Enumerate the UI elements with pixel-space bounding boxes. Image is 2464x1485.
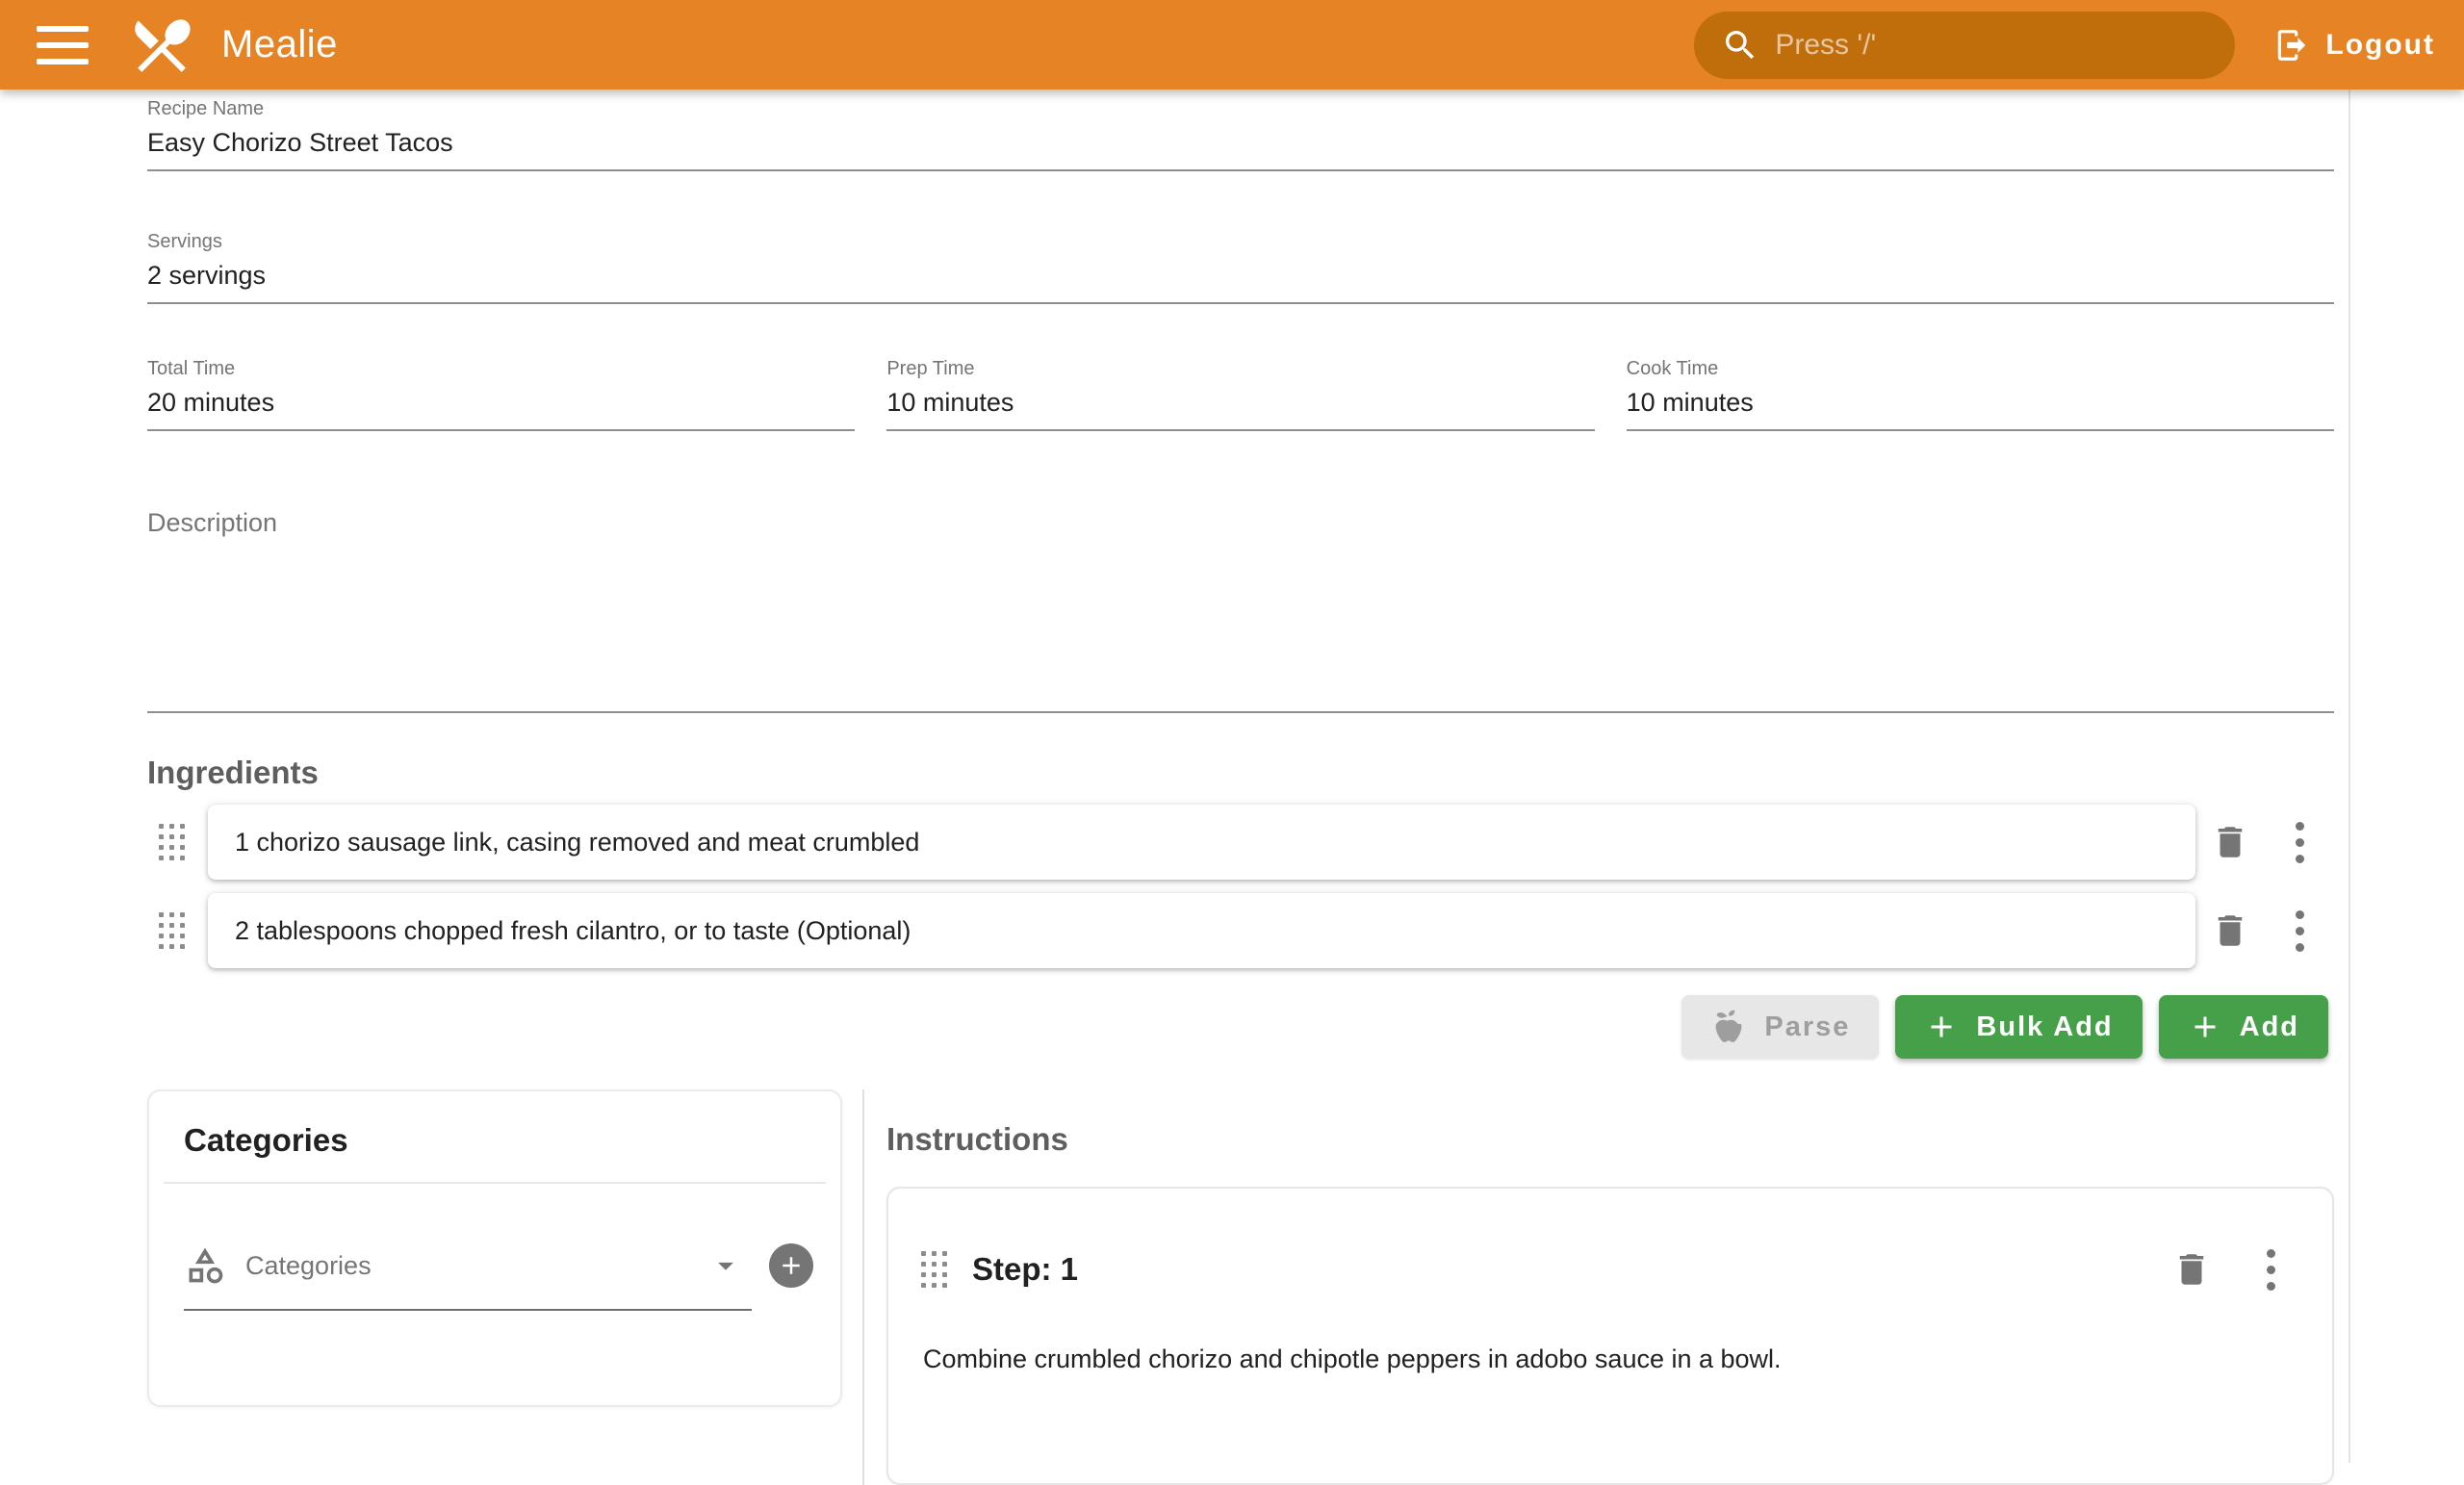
step-text[interactable]: Combine crumbled chorizo and chipotle pe… — [921, 1344, 2299, 1374]
categories-title: Categories — [149, 1091, 840, 1159]
step-card: Step: 1 Combine crumbled chorizo and chi… — [886, 1187, 2334, 1485]
step-menu-button[interactable] — [2242, 1241, 2299, 1298]
plus-icon — [1924, 1010, 1959, 1044]
total-time-label: Total Time — [147, 358, 855, 380]
bulk-add-label: Bulk Add — [1976, 1011, 2113, 1043]
recipe-name-field: Recipe Name — [147, 90, 2334, 171]
logout-icon — [2273, 27, 2310, 64]
add-label: Add — [2240, 1011, 2299, 1043]
ingredient-menu-button[interactable] — [2265, 896, 2334, 965]
categories-card: Categories Categories — [147, 1089, 842, 1407]
cook-time-input[interactable] — [1627, 380, 2334, 429]
kebab-icon — [2267, 1249, 2275, 1291]
select-underline — [184, 1309, 752, 1311]
divider — [164, 1182, 826, 1184]
delete-step-button[interactable] — [2163, 1241, 2220, 1298]
servings-label: Servings — [147, 231, 2334, 253]
bulk-add-button[interactable]: Bulk Add — [1895, 995, 2142, 1059]
hamburger-menu-button[interactable] — [37, 26, 89, 64]
ingredient-input[interactable] — [210, 916, 2194, 946]
kebab-icon — [2296, 822, 2304, 863]
silverware-logo-icon — [127, 11, 196, 80]
description-field: Description — [147, 508, 2334, 713]
app-title: Mealie — [221, 23, 338, 66]
drag-handle-icon[interactable] — [159, 912, 185, 949]
categories-select[interactable]: Categories — [184, 1243, 813, 1288]
delete-ingredient-button[interactable] — [2195, 807, 2265, 877]
categories-select-placeholder: Categories — [245, 1251, 372, 1281]
description-label: Description — [147, 508, 2334, 538]
shapes-icon — [184, 1244, 226, 1287]
description-input[interactable] — [147, 538, 2334, 711]
recipe-editor: Recipe Name Servings Total Time Prep Tim… — [0, 90, 2350, 1463]
total-time-field: Total Time — [147, 358, 855, 431]
search-input[interactable] — [1775, 29, 2212, 62]
ingredient-card — [208, 805, 2195, 880]
drag-handle-icon[interactable] — [159, 824, 185, 860]
servings-input[interactable] — [147, 253, 2334, 302]
add-category-button[interactable] — [769, 1243, 813, 1288]
delete-ingredient-button[interactable] — [2195, 896, 2265, 965]
cook-time-field: Cook Time — [1627, 358, 2334, 431]
kebab-icon — [2296, 910, 2304, 952]
step-title: Step: 1 — [972, 1251, 1078, 1288]
plus-icon — [2188, 1010, 2222, 1044]
parse-label: Parse — [1764, 1011, 1850, 1043]
app-bar: Mealie Logout — [0, 0, 2464, 90]
search-field[interactable] — [1694, 12, 2235, 79]
ingredient-card — [208, 893, 2195, 968]
prep-time-label: Prep Time — [886, 358, 1594, 380]
search-icon — [1721, 26, 1759, 64]
logout-button[interactable]: Logout — [2273, 27, 2435, 64]
total-time-input[interactable] — [147, 380, 855, 429]
drag-handle-icon[interactable] — [921, 1251, 947, 1288]
instructions-heading: Instructions — [886, 1121, 2334, 1158]
prep-time-input[interactable] — [886, 380, 1594, 429]
parse-button: Parse — [1681, 995, 1879, 1059]
recipe-name-input[interactable] — [147, 120, 2334, 169]
servings-field: Servings — [147, 231, 2334, 304]
trash-icon — [2171, 1249, 2212, 1290]
ingredient-row — [147, 805, 2334, 880]
ingredients-heading: Ingredients — [147, 755, 2334, 791]
trash-icon — [2210, 822, 2250, 862]
ingredient-menu-button[interactable] — [2265, 807, 2334, 877]
add-button[interactable]: Add — [2159, 995, 2328, 1059]
plus-icon — [777, 1251, 806, 1280]
apple-icon — [1710, 1009, 1747, 1045]
prep-time-field: Prep Time — [886, 358, 1594, 431]
recipe-name-label: Recipe Name — [147, 98, 2334, 120]
ingredient-row — [147, 893, 2334, 968]
cook-time-label: Cook Time — [1627, 358, 2334, 380]
trash-icon — [2210, 910, 2250, 951]
logout-label: Logout — [2325, 29, 2435, 62]
ingredient-input[interactable] — [210, 828, 2194, 858]
chevron-down-icon — [707, 1247, 744, 1284]
